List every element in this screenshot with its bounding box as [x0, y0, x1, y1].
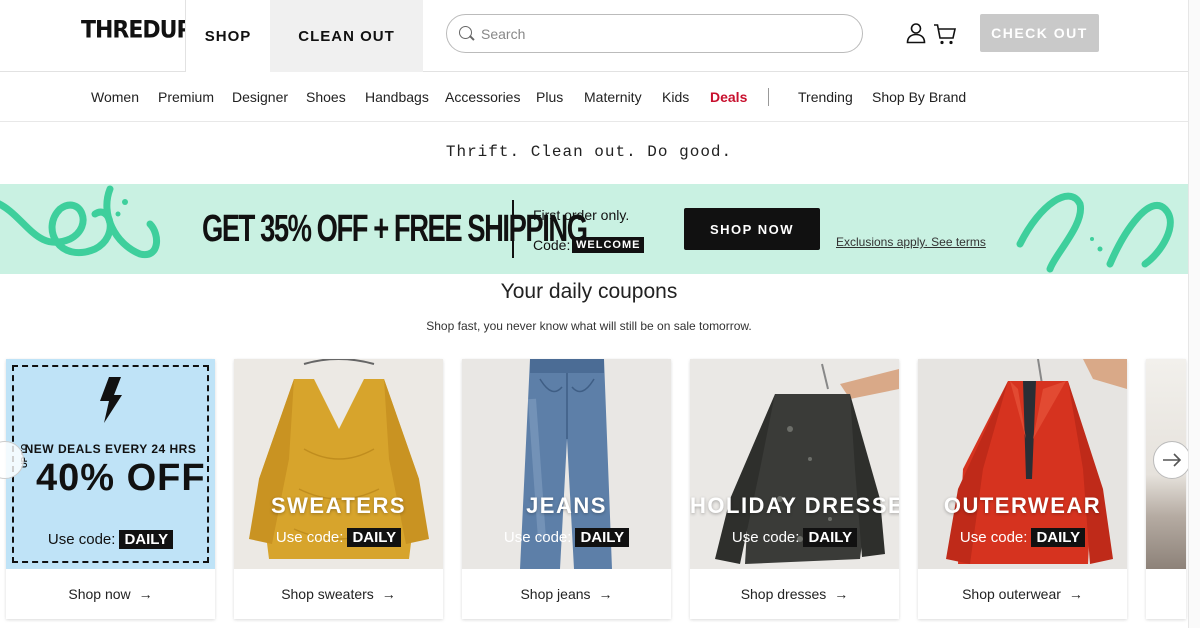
daily-deal-card[interactable]: NEW DEALS EVERY 24 HRS UP TO 40% OFF Use…: [6, 359, 215, 619]
card-code-badge: DAILY: [575, 528, 630, 547]
card-title: JEANS: [526, 493, 607, 518]
card-code-label: Use code:: [731, 529, 800, 546]
card-code: Use code: DAILY: [690, 528, 899, 547]
card-code-label: Use code:: [275, 529, 344, 546]
banner-code-badge: WELCOME: [572, 237, 645, 253]
user-icon[interactable]: [905, 22, 927, 44]
nav-item-shoes[interactable]: Shoes: [306, 89, 346, 105]
card-code: Use code: DAILY: [462, 528, 671, 547]
nav-item-plus[interactable]: Plus: [536, 89, 563, 105]
category-nav: Women Premium Designer Shoes Handbags Ac…: [0, 72, 1200, 122]
nav-item-deals[interactable]: Deals: [710, 89, 747, 105]
nav-item-trending[interactable]: Trending: [798, 89, 853, 105]
site-header: THREDUP SHOP CLEAN OUT CHECK OUT: [0, 0, 1200, 72]
deal-shop-link[interactable]: Shop now →: [6, 569, 215, 619]
tab-shop[interactable]: SHOP: [185, 0, 270, 72]
nav-item-designer[interactable]: Designer: [232, 89, 288, 105]
deal-code-label: Use code:: [47, 531, 116, 548]
nav-item-shop-by-brand[interactable]: Shop By Brand: [872, 89, 966, 105]
scrollbar[interactable]: [1188, 0, 1200, 628]
nav-item-premium[interactable]: Premium: [158, 89, 214, 105]
card-shop-link[interactable]: Shop dresses →: [690, 569, 899, 619]
coupon-card-jeans[interactable]: JEANS Use code: DAILY Shop jeans →: [462, 359, 671, 619]
card-code: Use code: DAILY: [234, 528, 443, 547]
coupon-card-outerwear[interactable]: OUTERWEAR Use code: DAILY Shop outerwear …: [918, 359, 1127, 619]
arrow-right-icon: →: [138, 586, 153, 602]
arrow-right-icon: [1163, 453, 1182, 467]
card-code-badge: DAILY: [803, 528, 858, 547]
thredup-logo[interactable]: THREDUP: [81, 17, 193, 45]
search-input[interactable]: [481, 25, 841, 42]
nav-divider: [768, 88, 769, 106]
coupon-card-holiday-dresses[interactable]: HOLIDAY DRESSES Use code: DAILY Shop dres…: [690, 359, 899, 619]
card-code: Use code: DAILY: [918, 528, 1127, 547]
exclusions-link[interactable]: Exclusions apply. See terms: [836, 235, 986, 249]
nav-item-accessories[interactable]: Accessories: [445, 89, 520, 105]
coupons-subtitle: Shop fast, you never know what will stil…: [426, 319, 752, 333]
card-code-badge: DAILY: [1031, 528, 1086, 547]
carousel-next-button[interactable]: [1153, 441, 1191, 479]
card-shop-link[interactable]: Shop outerwear →: [918, 569, 1127, 619]
coupons-title: Your daily coupons: [500, 280, 678, 303]
deal-shop-label: Shop now: [68, 586, 131, 602]
arrow-right-icon: →: [598, 586, 613, 602]
nav-item-kids[interactable]: Kids: [662, 89, 689, 105]
card-shop-label: Shop jeans: [520, 586, 591, 602]
arrow-right-icon: →: [381, 586, 396, 602]
card-title: HOLIDAY DRESSES: [690, 493, 899, 518]
checkout-button[interactable]: CHECK OUT: [980, 14, 1099, 52]
next-card-peek[interactable]: [1146, 359, 1186, 619]
deal-card-top: NEW DEALS EVERY 24 HRS UP TO 40% OFF Use…: [6, 359, 215, 569]
cart-icon[interactable]: [933, 22, 957, 46]
deal-headline: NEW DEALS EVERY 24 HRS: [24, 442, 197, 456]
arrow-right-icon: →: [1068, 586, 1083, 602]
arrow-right-icon: →: [834, 586, 849, 602]
card-shop-label: Shop sweaters: [281, 586, 374, 602]
nav-item-maternity[interactable]: Maternity: [584, 89, 642, 105]
card-shop-link[interactable]: Shop jeans →: [462, 569, 671, 619]
lightning-icon: [100, 377, 122, 423]
tagline: Thrift. Clean out. Do good.: [445, 143, 733, 161]
card-code-label: Use code:: [959, 529, 1028, 546]
tab-clean-out[interactable]: CLEAN OUT: [270, 0, 423, 72]
card-title: SWEATERS: [270, 493, 407, 518]
card-shop-link[interactable]: Shop sweaters →: [234, 569, 443, 619]
deal-code-badge: DAILY: [119, 530, 174, 549]
card-code-badge: DAILY: [347, 528, 402, 547]
banner-code-label: Code:: [533, 237, 571, 253]
promo-banner[interactable]: GET 35% OFF + FREE SHIPPING First order …: [0, 184, 1188, 274]
nav-item-handbags[interactable]: Handbags: [365, 89, 429, 105]
banner-divider: [512, 200, 514, 258]
search-bar[interactable]: [446, 14, 863, 53]
banner-first-order: First order only.: [533, 207, 630, 223]
card-code-label: Use code:: [503, 529, 572, 546]
card-shop-label: Shop dresses: [740, 586, 827, 602]
nav-item-women[interactable]: Women: [91, 89, 139, 105]
card-shop-label: Shop outerwear: [962, 586, 1061, 602]
banner-headline: GET 35% OFF + FREE SHIPPING: [202, 208, 588, 250]
deal-percent: 40% OFF: [36, 457, 206, 499]
coupon-card-sweaters[interactable]: SWEATERS Use code: DAILY Shop sweaters →: [234, 359, 443, 619]
squiggle-decoration: [0, 185, 1174, 273]
deal-code: Use code: DAILY: [6, 530, 215, 549]
search-icon: [459, 25, 475, 42]
shop-now-button[interactable]: SHOP NOW: [684, 208, 820, 250]
card-title: OUTERWEAR: [943, 493, 1102, 518]
